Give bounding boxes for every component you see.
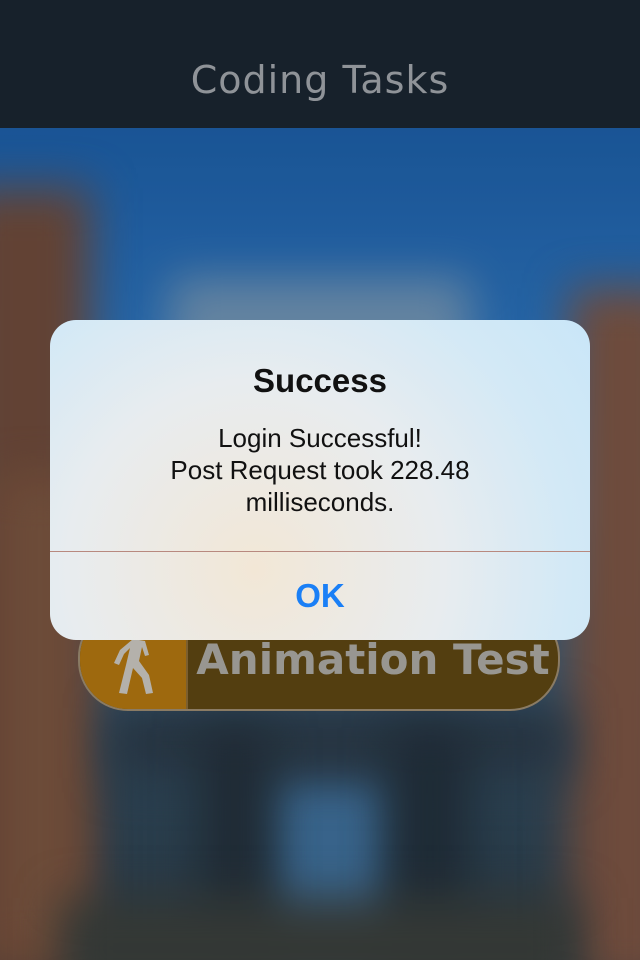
alert-title: Success — [253, 362, 387, 399]
alert-message-line: Login Successful! — [218, 423, 422, 453]
success-alert-dialog: Success Login Successful! Post Request t… — [50, 320, 590, 640]
alert-message-line: milliseconds. — [245, 487, 395, 517]
navigation-bar: Coding Tasks — [0, 0, 640, 128]
alert-message: Login Successful! Post Request took 228.… — [130, 422, 510, 518]
ok-button[interactable]: OK — [50, 552, 590, 640]
nav-title: Coding Tasks — [190, 58, 450, 102]
alert-message-line: Post Request took 228.48 — [170, 455, 470, 485]
